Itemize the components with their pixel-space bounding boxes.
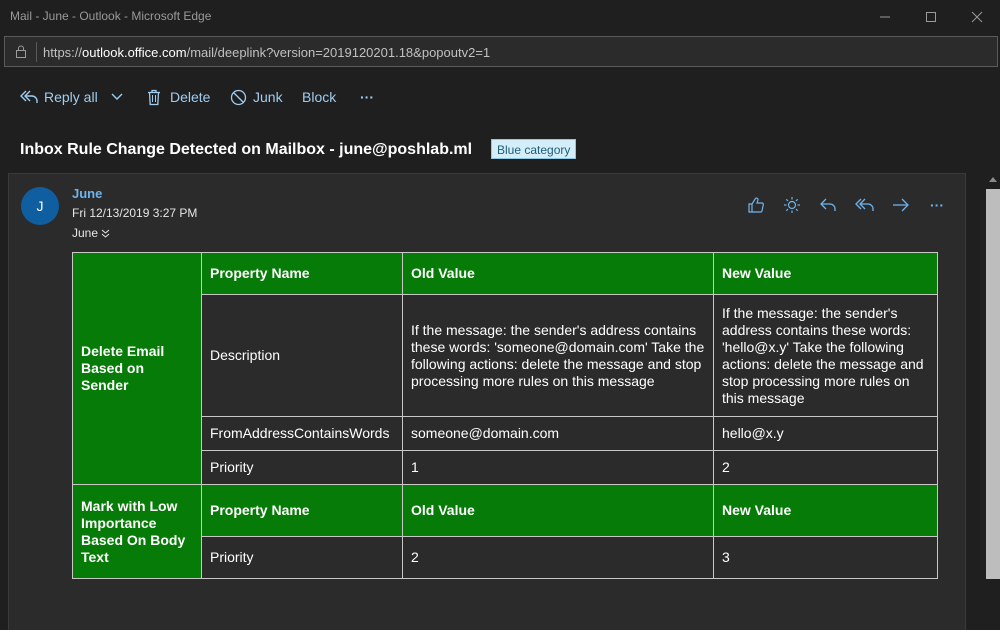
table-row: Delete Email Based on Sender Property Na… xyxy=(72,252,938,485)
reply-all-label: Reply all xyxy=(44,89,98,105)
close-button[interactable] xyxy=(954,0,1000,33)
table-row: FromAddressContainsWords someone@domain.… xyxy=(73,416,938,451)
trash-icon xyxy=(148,89,160,105)
block-button[interactable]: Block xyxy=(302,87,336,107)
sun-icon xyxy=(784,197,800,213)
maximize-icon xyxy=(926,11,936,22)
column-header: Property Name xyxy=(201,484,403,537)
column-header: Old Value xyxy=(402,484,714,537)
rule-name: Delete Email Based on Sender xyxy=(72,252,202,485)
column-header: New Value xyxy=(713,484,938,537)
recipients[interactable]: June xyxy=(72,226,110,240)
property-name: Priority xyxy=(201,450,403,485)
address-bar: https://outlook.office.com/mail/deeplink… xyxy=(0,33,1000,73)
old-value: 1 xyxy=(402,450,714,485)
url-field[interactable]: https://outlook.office.com/mail/deeplink… xyxy=(4,36,998,67)
more-icon: ··· xyxy=(930,197,944,213)
forward-icon xyxy=(893,198,909,212)
reply-all-message-button[interactable] xyxy=(855,195,875,215)
reply-all-icon xyxy=(20,90,38,103)
like-button[interactable] xyxy=(746,195,766,215)
column-header: Old Value xyxy=(402,252,714,295)
delete-label: Delete xyxy=(170,89,211,105)
property-name: FromAddressContainsWords xyxy=(201,416,403,451)
delete-button[interactable]: Delete xyxy=(147,87,210,107)
property-name: Priority xyxy=(201,536,403,579)
reply-button[interactable] xyxy=(818,195,838,215)
scrollbar-thumb[interactable] xyxy=(986,189,1000,579)
command-bar: Reply all Delete Junk Block ··· xyxy=(0,73,1000,123)
double-chevron-down-icon xyxy=(101,229,110,238)
new-value: hello@x.y xyxy=(713,416,938,451)
address-separator xyxy=(36,42,37,62)
column-header: New Value xyxy=(713,252,938,295)
table-row: Priority 2 3 xyxy=(73,536,938,579)
reply-icon xyxy=(820,198,836,211)
old-value: 2 xyxy=(402,536,714,579)
message-date: Fri 12/13/2019 3:27 PM xyxy=(72,206,198,220)
old-value: someone@domain.com xyxy=(402,416,714,451)
reply-options-dropdown[interactable] xyxy=(110,87,124,107)
more-actions-button[interactable]: ··· xyxy=(360,87,374,107)
minimize-button[interactable] xyxy=(862,0,908,33)
new-value: If the message: the sender's address con… xyxy=(713,294,938,417)
table-row: Description If the message: the sender's… xyxy=(73,294,938,417)
junk-label: Junk xyxy=(253,89,283,105)
maximize-button[interactable] xyxy=(908,0,954,33)
sender-name[interactable]: June xyxy=(72,186,102,201)
avatar[interactable]: J xyxy=(21,187,59,225)
category-badge[interactable]: Blue category xyxy=(491,139,577,159)
url-text: https://outlook.office.com/mail/deeplink… xyxy=(43,45,491,60)
url-host: outlook.office.com xyxy=(82,45,187,60)
property-name: Description xyxy=(201,294,403,417)
column-header: Property Name xyxy=(201,252,403,295)
immersive-reader-button[interactable] xyxy=(782,195,802,215)
new-value: 3 xyxy=(713,536,938,579)
forward-button[interactable] xyxy=(891,195,911,215)
reply-all-icon xyxy=(855,198,874,211)
rules-table: Delete Email Based on Sender Property Na… xyxy=(72,252,938,579)
like-icon xyxy=(748,197,764,213)
reply-all-button[interactable]: Reply all xyxy=(20,87,98,107)
rule-name: Mark with Low Importance Based On Body T… xyxy=(72,484,202,579)
window-title: Mail - June - Outlook - Microsoft Edge xyxy=(10,9,212,23)
recipient-name: June xyxy=(72,226,99,240)
block-circle-icon xyxy=(230,89,247,105)
minimize-icon xyxy=(880,16,890,17)
message-subject: Inbox Rule Change Detected on Mailbox - … xyxy=(20,141,473,158)
chevron-down-icon xyxy=(111,93,123,100)
junk-button[interactable]: Junk xyxy=(230,87,283,107)
scroll-up-arrow-icon[interactable] xyxy=(989,177,997,182)
window-title-bar: Mail - June - Outlook - Microsoft Edge xyxy=(0,0,1000,33)
block-label: Block xyxy=(302,89,337,105)
more-icon: ··· xyxy=(360,89,374,105)
table-row: Mark with Low Importance Based On Body T… xyxy=(72,484,938,579)
scrollbar[interactable] xyxy=(986,173,1000,630)
old-value: If the message: the sender's address con… xyxy=(402,294,714,417)
table-row: Priority 1 2 xyxy=(73,450,938,485)
new-value: 2 xyxy=(713,450,938,485)
close-icon xyxy=(971,11,983,22)
lock-icon xyxy=(16,45,26,58)
message-more-button[interactable]: ··· xyxy=(927,195,947,215)
